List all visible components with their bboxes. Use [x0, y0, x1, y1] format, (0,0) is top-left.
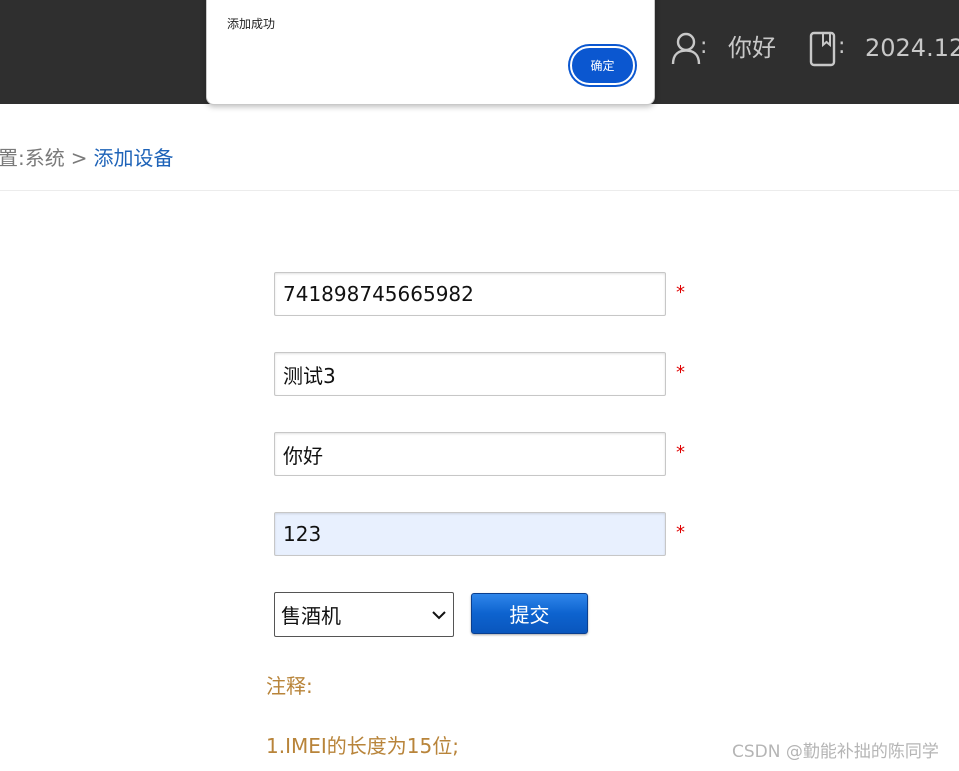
submit-button[interactable]: 提交	[471, 593, 588, 634]
breadcrumb: 置:系统 > 添加设备	[0, 145, 174, 171]
date-colon: :	[838, 34, 846, 59]
alert-ok-button[interactable]: 确定	[570, 46, 635, 85]
breadcrumb-prefix: 置:	[0, 146, 25, 170]
notes-title: 注释:	[266, 674, 313, 698]
user-name[interactable]: 你好	[728, 34, 776, 62]
watermark-text: CSDN @勤能补拙的陈同学	[732, 742, 939, 762]
field3-input[interactable]	[274, 432, 666, 476]
user-colon: :	[700, 34, 708, 59]
device-name-input[interactable]	[274, 352, 666, 396]
imei-input[interactable]	[274, 272, 666, 316]
user-icon	[671, 32, 701, 65]
breadcrumb-separator: >	[70, 146, 88, 170]
device-type-select[interactable]: 售酒机	[274, 592, 454, 637]
date-text: 2024.12	[865, 34, 959, 62]
device-name-required-mark: *	[676, 362, 685, 383]
device-type-selected-value: 售酒机	[281, 604, 341, 628]
breadcrumb-parent[interactable]: 系统	[25, 146, 65, 170]
book-icon	[809, 31, 836, 67]
alert-message: 添加成功	[227, 17, 276, 31]
chevron-down-icon	[432, 610, 446, 619]
field4-required-mark: *	[676, 522, 685, 543]
alert-dialog: 添加成功 确定	[206, 0, 655, 105]
field3-required-mark: *	[676, 442, 685, 463]
breadcrumb-divider	[0, 190, 959, 191]
breadcrumb-current[interactable]: 添加设备	[94, 146, 174, 170]
notes-line-1: 1.IMEI的长度为15位;	[266, 734, 459, 758]
imei-required-mark: *	[676, 282, 685, 303]
field4-input[interactable]	[274, 512, 666, 556]
